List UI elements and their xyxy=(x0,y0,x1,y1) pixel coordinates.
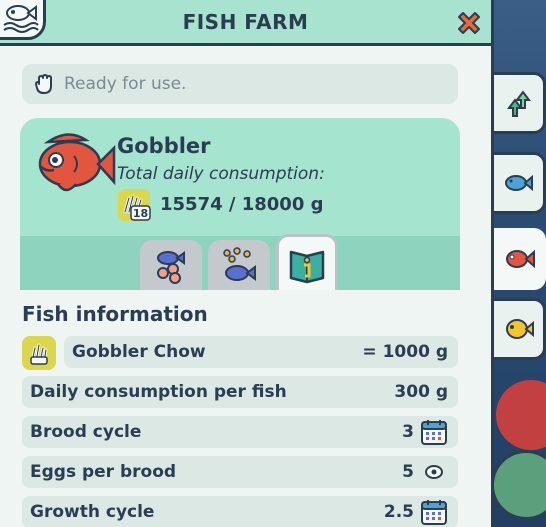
fish-food-icon: 18 xyxy=(118,189,151,221)
fish-food-badge: 18 xyxy=(117,188,151,222)
hand-icon xyxy=(35,74,52,94)
side-tab-blue-fish[interactable] xyxy=(492,152,546,214)
growth-cycle-row: Growth cycle 2.5 xyxy=(22,496,458,527)
consumption-amount: 15574 / 18000 g xyxy=(160,194,324,215)
side-tab-bar xyxy=(492,0,546,527)
breeding-icon xyxy=(157,251,185,284)
eggs-per-brood-label: Eggs per brood xyxy=(30,462,177,482)
calendar-icon xyxy=(421,420,447,445)
status-text: Ready for use. xyxy=(64,74,187,94)
brood-cycle-row: Brood cycle 3 xyxy=(22,416,458,448)
title-bar: FISH FARM xyxy=(0,0,491,46)
consumption-label: Total daily consumption: xyxy=(117,164,325,184)
feeding-icon xyxy=(223,247,256,281)
side-tab-yellow-fish[interactable] xyxy=(492,298,546,360)
eggs-per-brood-value-wrap: 5 xyxy=(402,458,448,486)
growth-cycle-value: 2.5 xyxy=(383,502,414,522)
chow-value: = 1000 g xyxy=(362,342,448,362)
tab-info[interactable] xyxy=(276,234,338,290)
eggs-per-brood-value: 5 xyxy=(402,462,414,482)
daily-consumption-value: 300 g xyxy=(394,382,448,402)
fish-food-icon xyxy=(30,343,48,365)
gobbler-fish-icon xyxy=(38,133,116,192)
tab-row xyxy=(20,234,460,290)
fish-farm-panel: FISH FARM Ready for use. Gobbler Total d… xyxy=(0,0,494,527)
upgrade-arrows-icon xyxy=(506,90,531,117)
eggs-per-brood-row: Eggs per brood 5 xyxy=(22,456,458,488)
tab-breeding[interactable] xyxy=(140,240,202,290)
section-title: Fish information xyxy=(22,302,208,326)
side-tab-upgrade[interactable] xyxy=(492,72,546,134)
side-tab-red-fish[interactable] xyxy=(492,228,546,290)
fish-name: Gobbler xyxy=(117,134,211,158)
brood-cycle-value-wrap: 3 xyxy=(402,418,448,446)
chow-label: Gobbler Chow xyxy=(72,342,206,362)
growth-cycle-value-wrap: 2.5 xyxy=(384,498,448,526)
close-button[interactable] xyxy=(453,7,485,39)
red-fish-icon xyxy=(506,249,535,269)
chow-icon-badge xyxy=(22,336,56,370)
calendar-icon xyxy=(421,500,447,525)
brood-cycle-label: Brood cycle xyxy=(30,422,142,442)
close-icon xyxy=(458,12,480,34)
status-bar: Ready for use. xyxy=(22,64,458,104)
daily-consumption-row: Daily consumption per fish 300 g xyxy=(22,376,458,408)
daily-consumption-label: Daily consumption per fish xyxy=(30,382,287,402)
info-book-icon xyxy=(289,250,325,283)
fish-farm-icon xyxy=(3,5,39,33)
tab-feeding[interactable] xyxy=(208,240,270,290)
blue-fish-icon xyxy=(504,174,533,192)
panel-title: FISH FARM xyxy=(182,9,309,34)
chow-row: Gobbler Chow = 1000 g xyxy=(64,336,458,368)
food-badge-number: 18 xyxy=(133,207,148,220)
egg-icon xyxy=(425,465,443,479)
yellow-fish-icon xyxy=(505,319,534,339)
brood-cycle-value: 3 xyxy=(402,422,414,442)
fish-farm-logo xyxy=(0,0,46,40)
growth-cycle-label: Growth cycle xyxy=(30,502,155,522)
